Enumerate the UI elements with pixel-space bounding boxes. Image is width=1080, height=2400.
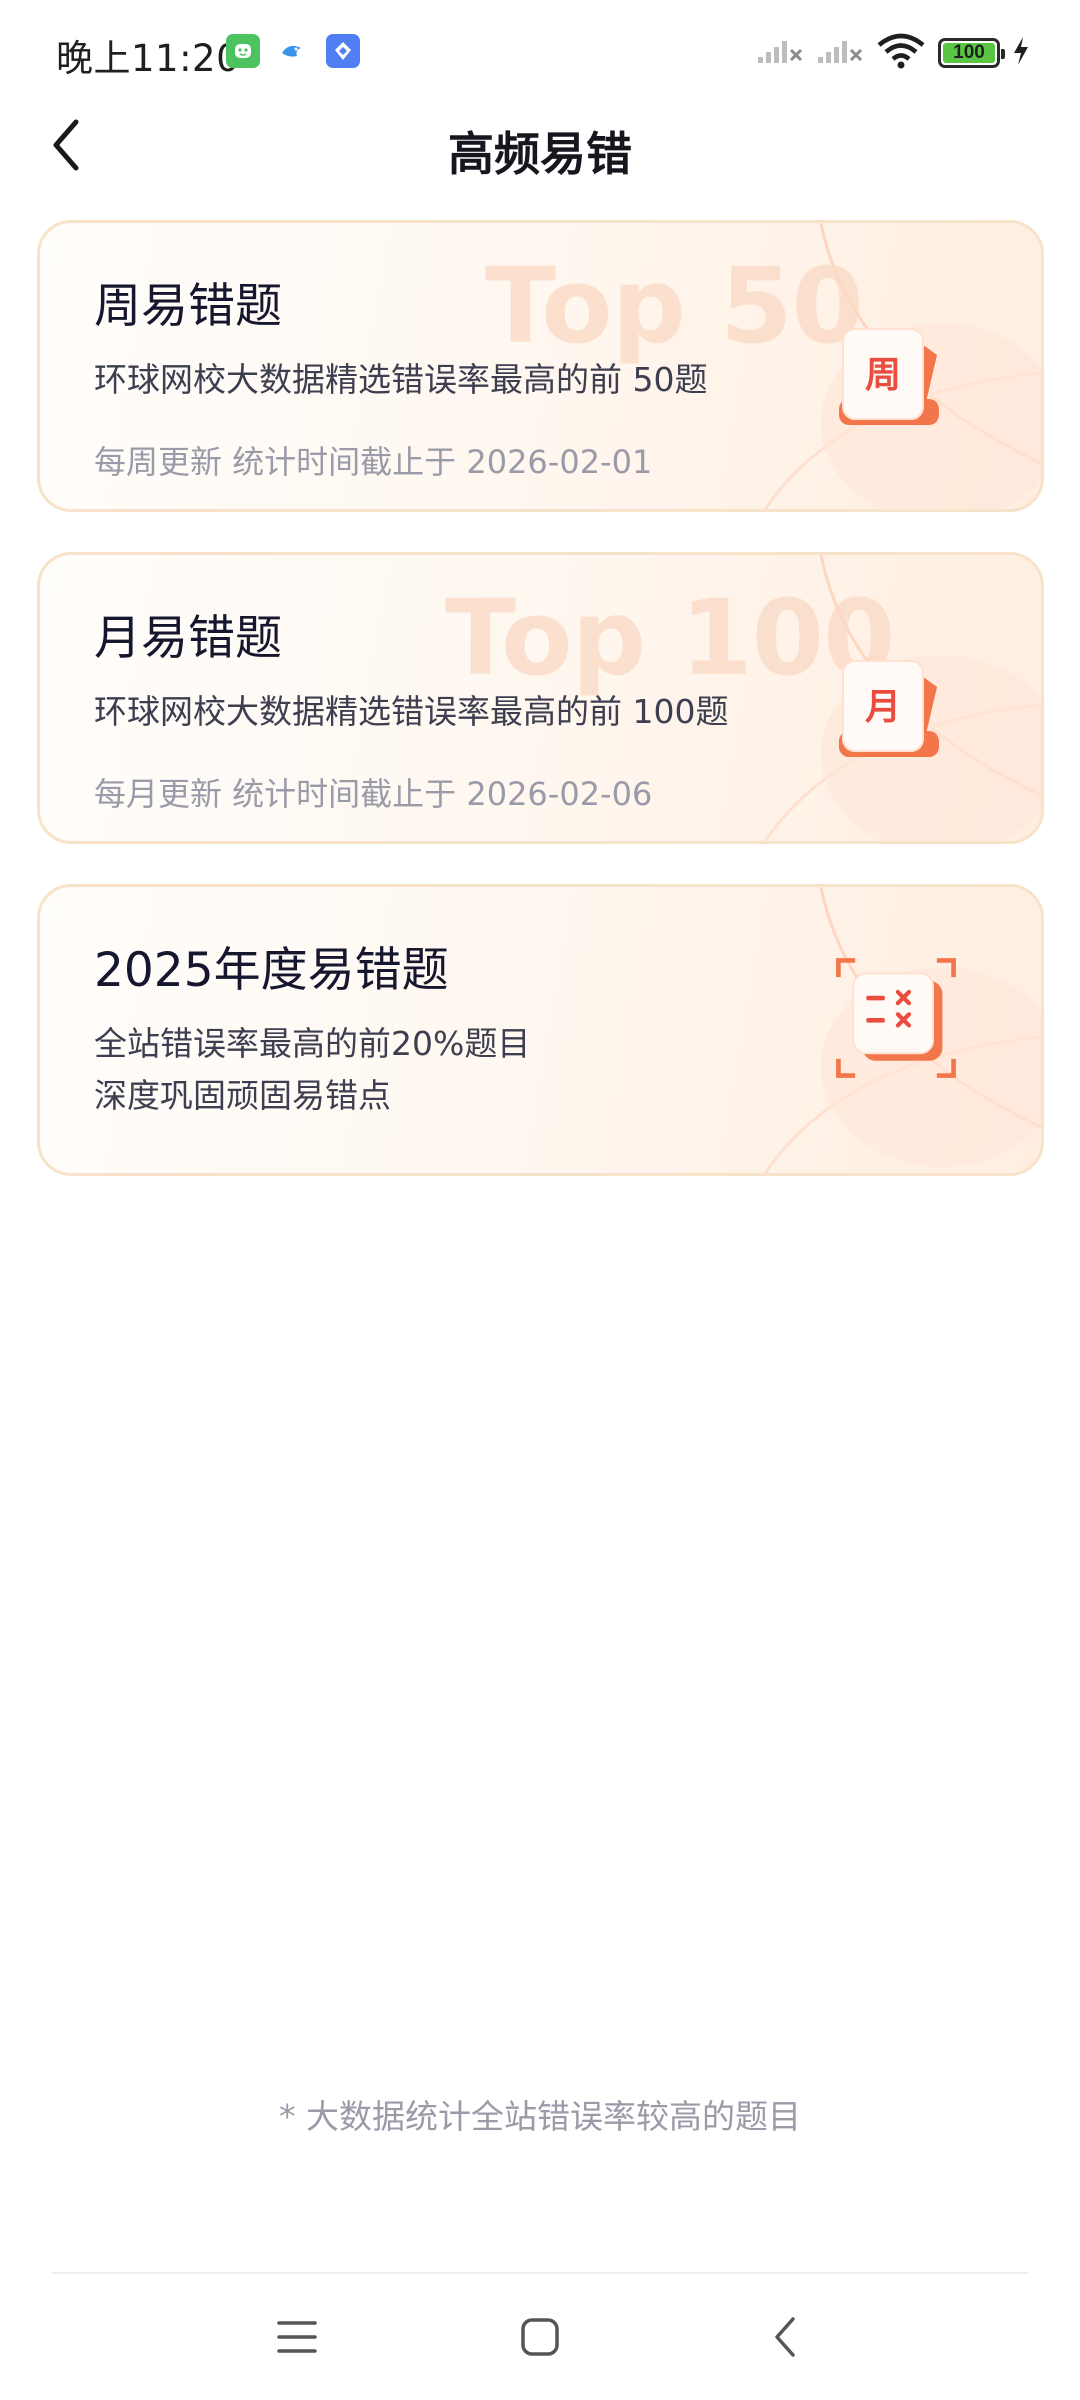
card-description: 环球网校大数据精选错误率最高的前 50题: [94, 360, 708, 399]
page-title: 高频易错: [448, 127, 632, 181]
annual-errors-card[interactable]: 2025年度易错题 全站错误率最高的前20%题目 深度巩固顽固易错点: [37, 884, 1044, 1176]
wifi-icon: [876, 33, 926, 73]
system-nav-bar: [0, 2274, 1080, 2400]
charging-icon: [1012, 36, 1030, 70]
card-icon-char: 周: [865, 355, 901, 396]
error-check-icon: [836, 958, 956, 1078]
status-bar: 晚上11:20 100: [0, 0, 1080, 100]
card-badge-text: Top 50: [485, 245, 864, 367]
status-indicators: 100: [756, 28, 1030, 78]
blue-fish-app-icon: [275, 34, 309, 68]
card-meta: 每周更新 统计时间截止于 2026-02-01: [94, 443, 653, 481]
card-decoration: [763, 887, 1041, 1173]
nav-back-button[interactable]: [740, 2292, 830, 2382]
card-description: 全站错误率最高的前20%题目: [94, 1024, 531, 1063]
card-title: 周易错题: [94, 279, 282, 334]
card-title: 月易错题: [94, 611, 282, 666]
monthly-errors-card[interactable]: Top 100 月易错题 环球网校大数据精选错误率最高的前 100题 每月更新 …: [37, 552, 1044, 844]
blue-app-icon: [326, 34, 360, 68]
card-meta: 每月更新 统计时间截止于 2026-02-06: [94, 775, 653, 813]
green-app-icon: [226, 34, 260, 68]
footnote: * 大数据统计全站错误率较高的题目: [279, 2097, 801, 2136]
menu-button[interactable]: [252, 2292, 342, 2382]
card-description: 环球网校大数据精选错误率最高的前 100题: [94, 692, 729, 731]
card-title: 2025年度易错题: [94, 943, 449, 998]
battery-icon: 100: [938, 38, 1005, 68]
header: 高频易错: [0, 100, 1080, 192]
card-icon-char: 月: [865, 687, 901, 728]
week-calendar-icon: 周: [839, 328, 939, 425]
home-icon: [521, 2318, 559, 2356]
home-button[interactable]: [495, 2292, 585, 2382]
battery-level: 100: [953, 42, 985, 63]
signal-icon-2: [816, 35, 864, 71]
chevron-left-icon: [775, 2317, 795, 2357]
card-description-secondary: 深度巩固顽固易错点: [94, 1076, 391, 1115]
status-time: 晚上11:20: [56, 37, 241, 80]
menu-icon: [277, 2321, 317, 2353]
weekly-errors-card[interactable]: Top 50 周易错题 环球网校大数据精选错误率最高的前 50题 每周更新 统计…: [37, 220, 1044, 512]
month-calendar-icon: 月: [839, 660, 939, 757]
signal-icon: [756, 35, 804, 71]
